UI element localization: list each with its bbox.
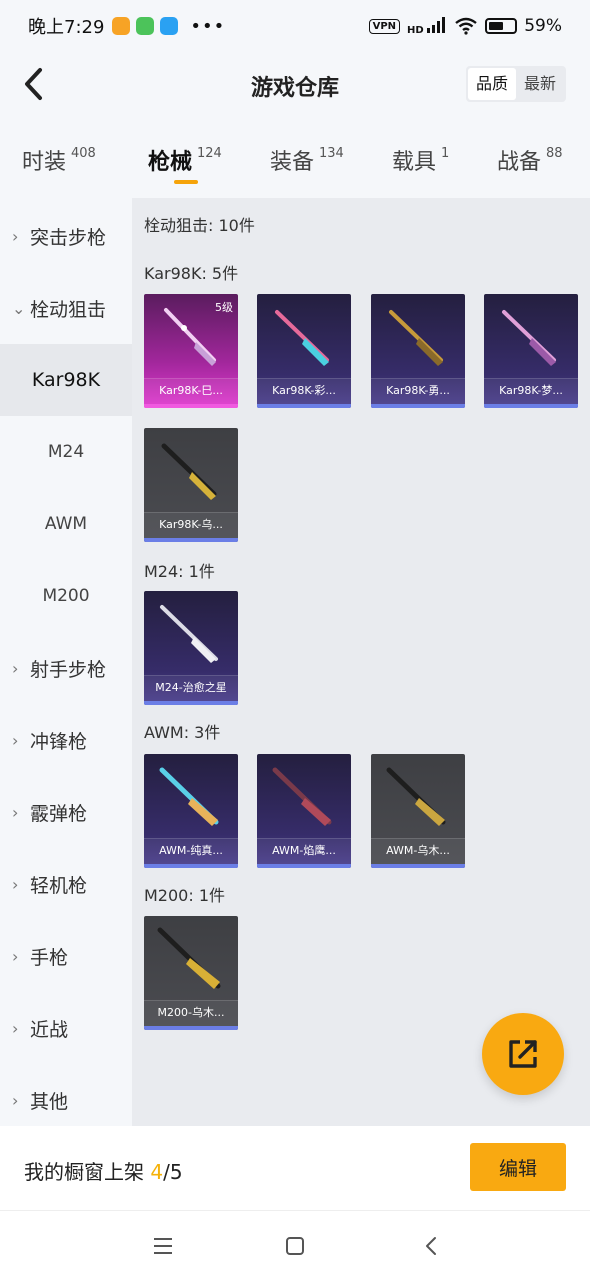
chevron-right-icon: › xyxy=(12,658,19,678)
tab-guns[interactable]: 枪械 124 xyxy=(148,144,222,176)
sidebar: › 突击步枪 ⌄ 栓动狙击 Kar98K M24 AWM M200 › 射手步枪 › 冲… xyxy=(0,198,132,1126)
sort-quality-button[interactable]: 品质 xyxy=(467,68,516,100)
sidebar-item-smg[interactable]: › 冲锋枪 xyxy=(0,704,132,776)
sidebar-item-kar98k[interactable]: Kar98K xyxy=(0,344,132,416)
section-title-m200: M200: 1件 xyxy=(144,886,226,905)
battery-icon xyxy=(485,18,518,34)
weapon-card[interactable]: Kar98K-乌... xyxy=(144,428,238,542)
notification-app2-icon xyxy=(160,17,179,35)
status-time: 晚上7:29 xyxy=(28,17,105,38)
sidebar-item-bolt-sniper[interactable]: ⌄ 栓动狙击 xyxy=(0,272,132,344)
rifle-icon xyxy=(272,767,332,826)
sidebar-item-assault-rifle[interactable]: › 突击步枪 xyxy=(0,200,132,272)
weapon-name: Kar98K-梦... xyxy=(499,384,563,397)
weapon-name: AWM-焰鹰... xyxy=(272,844,336,857)
home-icon xyxy=(286,1237,304,1255)
back-icon xyxy=(426,1237,436,1255)
more-notifications-icon: ••• xyxy=(190,15,226,37)
chevron-right-icon: › xyxy=(12,946,19,966)
chevron-right-icon: › xyxy=(12,1018,19,1038)
chevron-right-icon: › xyxy=(12,802,19,822)
category-title: 栓动狙击: 10件 xyxy=(144,216,255,235)
rifle-icon xyxy=(160,605,218,663)
tab-vehicles[interactable]: 载具 1 xyxy=(392,144,449,176)
tab-supplies[interactable]: 战备 88 xyxy=(497,144,563,176)
rifle-icon xyxy=(386,767,446,826)
rifle-icon xyxy=(389,310,443,366)
chevron-right-icon: › xyxy=(12,730,19,750)
section-title-m24: M24: 1件 xyxy=(144,562,215,581)
signal-icon: HD xyxy=(407,16,447,36)
status-bar: 晚上7:29 ••• VPN HD 59% xyxy=(0,0,590,52)
tab-fashion[interactable]: 时装 408 xyxy=(22,144,96,176)
chevron-right-icon: › xyxy=(12,1090,19,1110)
weapon-card[interactable]: AWM-乌木... xyxy=(371,754,465,868)
sidebar-item-lmg[interactable]: › 轻机枪 xyxy=(0,848,132,920)
weapon-name: AWM-纯真... xyxy=(159,844,223,857)
system-nav-bar xyxy=(0,1210,590,1280)
category-tabs: 时装 408 枪械 124 装备 134 载具 1 战备 88 xyxy=(0,116,590,198)
weapon-name: M200-乌木... xyxy=(157,1006,225,1019)
rifle-icon xyxy=(275,310,329,366)
sidebar-item-melee[interactable]: › 近战 xyxy=(0,992,132,1064)
battery-percent: 59% xyxy=(524,16,562,36)
edit-button[interactable]: 编辑 xyxy=(470,1143,566,1191)
share-button[interactable] xyxy=(482,1013,564,1095)
system-back-button[interactable] xyxy=(418,1233,444,1259)
sidebar-item-shotgun[interactable]: › 霰弹枪 xyxy=(0,776,132,848)
sidebar-item-m200[interactable]: M200 xyxy=(0,560,132,632)
weapon-name: M24-治愈之星 xyxy=(155,681,227,694)
section-title-awm: AWM: 3件 xyxy=(144,723,221,742)
weapon-card[interactable]: AWM-纯真... xyxy=(144,754,238,868)
sidebar-item-marksman-rifle[interactable]: › 射手步枪 xyxy=(0,632,132,704)
weapon-card[interactable]: Kar98K-彩... xyxy=(257,294,351,408)
chevron-right-icon: › xyxy=(12,226,19,246)
rifle-icon xyxy=(502,310,556,366)
showcase-total: /5 xyxy=(163,1160,183,1184)
weapon-card[interactable]: 5级 Kar98K-巳... xyxy=(144,294,238,408)
sort-toggle: 品质 最新 xyxy=(465,66,566,102)
rifle-icon xyxy=(161,443,217,500)
weapon-name: Kar98K-勇... xyxy=(386,384,450,397)
weapon-card[interactable]: Kar98K-勇... xyxy=(371,294,465,408)
home-button[interactable] xyxy=(282,1233,308,1259)
active-tab-indicator xyxy=(174,180,198,184)
sidebar-item-m24[interactable]: M24 xyxy=(0,416,132,488)
menu-button[interactable] xyxy=(150,1233,176,1259)
weapon-name: Kar98K-乌... xyxy=(159,518,223,531)
share-icon xyxy=(509,1040,537,1068)
weapon-name: Kar98K-彩... xyxy=(272,384,336,397)
menu-icon xyxy=(154,1238,172,1254)
weapon-card[interactable]: M24-治愈之星 xyxy=(144,591,238,705)
rifle-icon xyxy=(159,767,219,826)
weapon-card[interactable]: M200-乌木... xyxy=(144,916,238,1030)
chevron-down-icon: ⌄ xyxy=(12,298,26,318)
wifi-icon xyxy=(455,17,477,35)
vpn-icon: VPN xyxy=(368,18,401,34)
sort-latest-button[interactable]: 最新 xyxy=(516,68,564,100)
weapon-name: AWM-乌木... xyxy=(386,844,450,857)
header: 游戏仓库 品质 最新 xyxy=(0,52,590,116)
weapon-card[interactable]: AWM-焰鹰... xyxy=(257,754,351,868)
showcase-current: 4 xyxy=(150,1160,164,1184)
weapon-card[interactable]: Kar98K-梦... xyxy=(484,294,578,408)
item-grid: 栓动狙击: 10件 Kar98K: 5件 5级 Kar98K-巳... Kar9… xyxy=(132,198,590,1126)
chevron-right-icon: › xyxy=(12,874,19,894)
showcase-status: 我的橱窗上架 4/5 xyxy=(24,1160,183,1184)
notification-chat-icon xyxy=(136,17,155,35)
tab-equipment[interactable]: 装备 134 xyxy=(270,144,344,176)
level-badge: 5级 xyxy=(215,301,233,314)
sidebar-item-awm[interactable]: AWM xyxy=(0,488,132,560)
notification-app-icon xyxy=(112,17,131,35)
weapon-name: Kar98K-巳... xyxy=(159,384,223,397)
section-title-kar98k: Kar98K: 5件 xyxy=(144,264,239,283)
sidebar-item-pistol[interactable]: › 手枪 xyxy=(0,920,132,992)
showcase-bar: 我的橱窗上架 4/5 编辑 xyxy=(0,1126,590,1210)
rifle-icon xyxy=(157,927,221,989)
